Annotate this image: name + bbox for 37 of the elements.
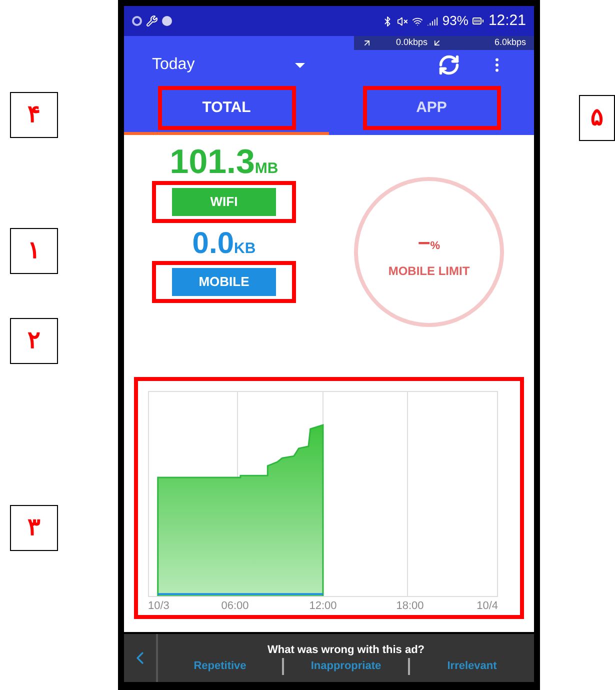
annotation-number: ۴	[10, 92, 58, 138]
axis-label: 10/3	[148, 599, 170, 614]
axis-label: 06:00	[221, 599, 249, 614]
annotation-number: ۳	[10, 505, 58, 551]
download-speed: 6.0kbps	[494, 36, 526, 50]
upload-speed: 0.0kbps	[396, 36, 428, 50]
tab[interactable]: APP	[366, 90, 496, 126]
wrench-icon	[146, 15, 158, 27]
bluetooth-icon	[382, 16, 394, 26]
period-dropdown[interactable]: Today	[152, 53, 305, 77]
tab[interactable]: TOTAL	[162, 90, 292, 126]
annotation-number: ۲	[10, 318, 58, 364]
upload-icon	[362, 38, 372, 48]
mute-icon	[397, 16, 408, 26]
signal-icon	[427, 16, 438, 26]
ad-question: What was wrong with this ad?	[267, 642, 425, 658]
ad-feedback-option[interactable]: Repetitive	[158, 658, 282, 674]
battery-level: 93%	[442, 12, 468, 30]
axis-label: 10/4	[476, 599, 498, 614]
battery-icon	[472, 15, 484, 27]
download-icon	[432, 38, 442, 48]
limit-percent: –%	[418, 228, 440, 256]
annotation-number: ۵	[579, 95, 615, 141]
annotation-number: ۱	[10, 228, 58, 274]
limit-label: MOBILE LIMIT	[388, 262, 470, 280]
usage-amount: 0.0KB	[192, 229, 256, 259]
usage-amount: 101.3MB	[170, 145, 278, 179]
ad-feedback-option[interactable]: Irrelevant	[408, 658, 534, 674]
ad-feedback-option[interactable]: Inappropriate	[282, 658, 408, 674]
dropdown-caret-icon	[294, 62, 305, 68]
axis-label: 18:00	[396, 599, 424, 614]
wifi-icon	[412, 16, 424, 26]
axis-label: 12:00	[309, 599, 337, 614]
usage-type-button[interactable]: WIFI	[172, 188, 276, 216]
refresh-icon[interactable]	[438, 54, 460, 76]
clock: 12:21	[488, 10, 526, 31]
usage-type-button[interactable]: MOBILE	[172, 268, 276, 296]
